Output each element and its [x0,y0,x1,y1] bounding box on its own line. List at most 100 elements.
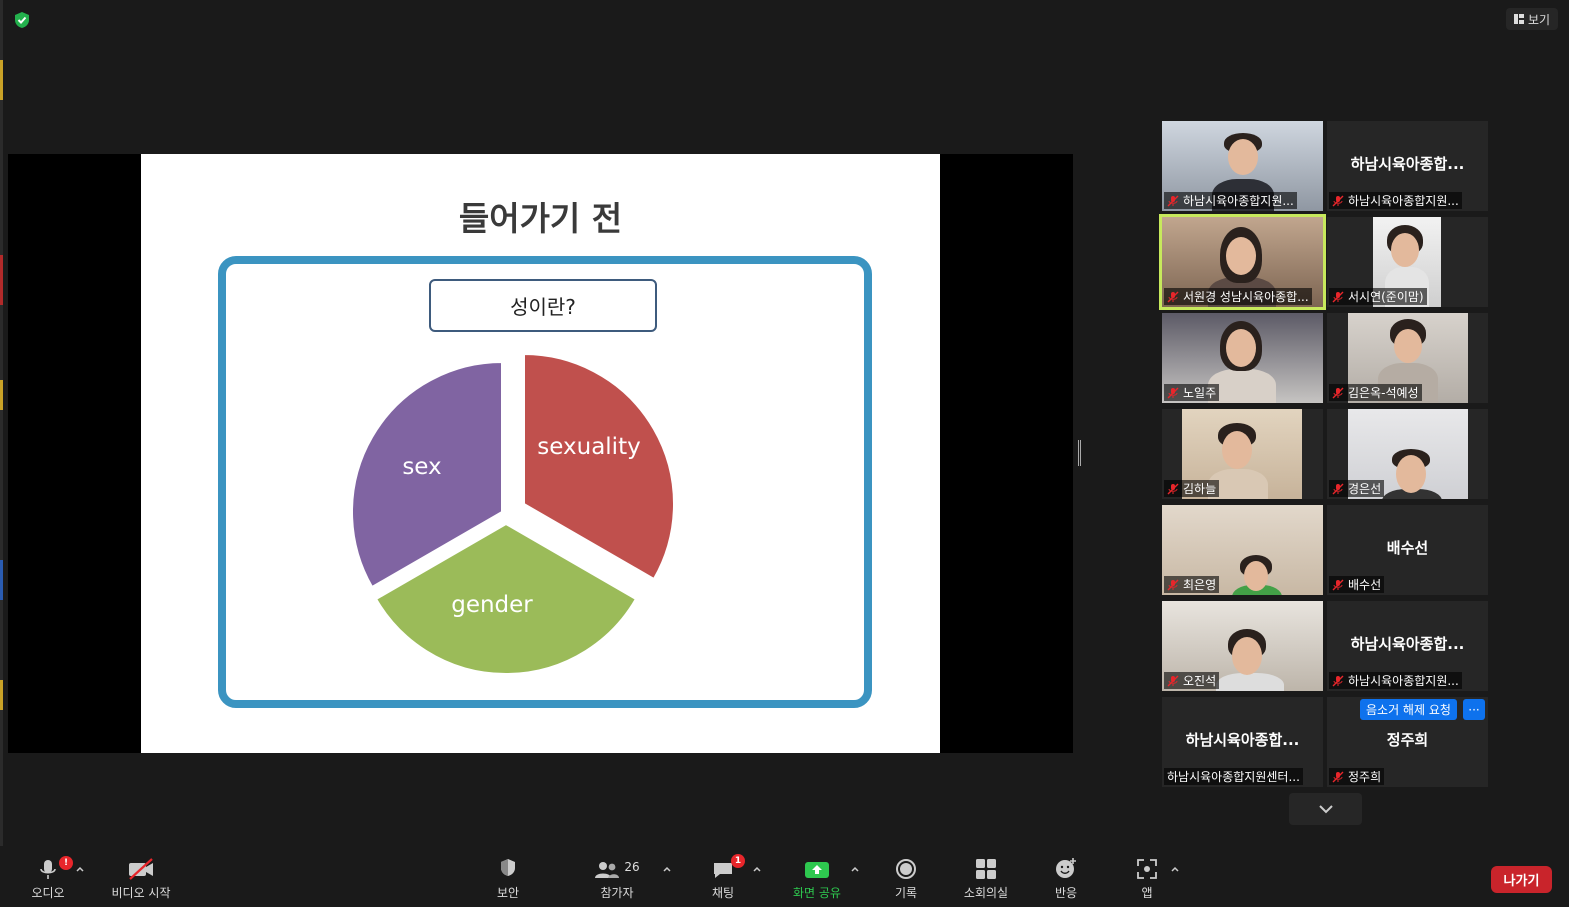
participant-name: 서시연(준이맘) [1348,290,1424,304]
pie-chart: sexuality gender sex [351,354,675,675]
breakout-rooms-icon [976,859,996,879]
pie-label-gender: gender [451,592,533,618]
participant-name-label: 김하늘 [1164,480,1220,497]
participant-name-label: 배수선 [1329,576,1385,593]
participant-tile[interactable]: 오진석 [1162,601,1323,691]
participant-name-label: 하남시육아종합지원... [1329,672,1462,689]
leave-meeting-button[interactable]: 나가기 [1491,866,1552,893]
unmute-request-button[interactable]: 음소거 해제 요청 [1360,699,1457,720]
participant-display-name: 배수선 [1386,539,1429,557]
microphone-icon [40,860,56,879]
audio-button[interactable]: ! 오디오 [28,846,73,907]
participant-tile[interactable]: 하남시육아종합... 하남시육아종합지원... [1327,601,1488,691]
participant-display-name: 하남시육아종합... [1350,635,1465,653]
participant-name-label: 하남시육아종합지원... [1164,192,1297,209]
participant-name: 오진석 [1183,674,1217,688]
participants-button[interactable]: 26 참가자 [592,846,642,907]
record-button[interactable]: 기록 [890,846,922,907]
participant-tile[interactable]: 경은선 [1327,409,1488,499]
muted-mic-icon [1332,387,1344,398]
split-resize-handle[interactable] [1078,440,1081,466]
participant-name-label: 서원경 성남시육아종합... [1164,288,1312,305]
participant-body [1216,673,1284,691]
muted-mic-icon [1167,579,1179,590]
reactions-label: 반응 [1054,886,1078,900]
audio-label: 오디오 [31,886,65,900]
participant-name: 서원경 성남시육아종합... [1183,290,1309,304]
share-screen-icon [805,862,829,878]
slide-question-box: 성이란? [429,279,657,332]
participant-tile[interactable]: 김은옥-석예성 [1327,313,1488,403]
share-screen-button[interactable]: 화면 공유 [788,846,846,907]
breakout-rooms-button[interactable]: 소회의실 [958,846,1014,907]
participant-tile[interactable]: 하남시육아종합... 하남시육아종합지원센터... [1162,697,1323,787]
start-video-label: 비디오 시작 [111,886,171,900]
apps-button[interactable]: 앱 [1134,846,1160,907]
participant-display-name: 하남시육아종합... [1185,731,1300,749]
participants-label: 참가자 [600,886,634,900]
participant-name-label: 하남시육아종합지원센터... [1164,768,1303,785]
participant-name-label: 경은선 [1329,480,1385,497]
muted-mic-icon [1167,387,1179,398]
chat-options-caret-icon[interactable] [752,864,762,874]
apps-options-caret-icon[interactable] [1170,864,1180,874]
muted-mic-icon [1332,483,1344,494]
participant-name: 배수선 [1348,578,1382,592]
share-options-caret-icon[interactable] [850,864,860,874]
video-off-icon [129,858,153,880]
participant-tile[interactable]: 하남시육아종합... 하남시육아종합지원... [1327,121,1488,211]
view-button[interactable]: 보기 [1506,8,1558,30]
pie-slice-sexuality [523,354,675,581]
muted-mic-icon [1332,291,1344,302]
record-icon [896,859,916,879]
participant-tile[interactable]: 최은영 [1162,505,1323,595]
participant-name: 노일주 [1183,386,1217,400]
slide-title: 들어가기 전 [458,199,623,238]
audio-options-caret-icon[interactable] [75,864,85,874]
participant-face [1244,561,1268,591]
share-screen-label: 화면 공유 [793,886,841,900]
participant-name: 하남시육아종합지원... [1348,194,1459,208]
participant-tile[interactable]: 노일주 [1162,313,1323,403]
participant-face [1232,637,1262,675]
participant-name: 김하늘 [1183,482,1217,496]
participant-name-label: 김은옥-석예성 [1329,384,1422,401]
muted-mic-icon [1332,579,1344,590]
muted-mic-icon [1332,195,1344,206]
participant-name-label: 정주희 [1329,768,1385,785]
participant-tile[interactable]: 하남시육아종합지원... [1162,121,1323,211]
participant-tile[interactable]: 서원경 성남시육아종합... [1159,214,1326,310]
view-label: 보기 [1527,12,1551,27]
participants-icon [595,862,620,878]
chat-button[interactable]: 1 채팅 [708,846,745,907]
muted-mic-icon [1332,771,1344,782]
muted-mic-icon [1167,291,1179,302]
muted-mic-icon [1167,195,1179,206]
start-video-button[interactable]: 비디오 시작 [106,846,176,907]
gallery-next-page-button[interactable] [1289,793,1362,825]
pie-label-sexuality: sexuality [537,434,640,460]
pie-label-sex: sex [402,454,441,480]
participant-tile[interactable]: 배수선 배수선 [1327,505,1488,595]
shared-screen[interactable]: 들어가기 전 성이란? sexuality gender sex [8,154,1073,753]
participant-face [1394,329,1422,363]
participant-name: 정주희 [1348,770,1382,784]
participant-name: 하남시육아종합지원센터... [1167,770,1300,784]
chat-unread-badge: 1 [731,854,745,868]
breakout-rooms-label: 소회의실 [963,886,1009,900]
participant-name-label: 최은영 [1164,576,1220,593]
participant-face [1226,329,1256,367]
record-label: 기록 [894,886,918,900]
participant-name-label: 하남시육아종합지원... [1329,192,1462,209]
security-button[interactable]: 보안 [490,846,526,907]
reactions-button[interactable]: 반응 [1050,846,1082,907]
more-options-button[interactable]: ··· [1463,699,1485,720]
reactions-smiley-icon [1056,858,1076,878]
participant-name: 김은옥-석예성 [1348,386,1419,400]
participants-options-caret-icon[interactable] [662,864,672,874]
participant-tile[interactable]: 서시연(준이맘) [1327,217,1488,307]
muted-mic-icon [1332,675,1344,686]
encryption-shield-icon[interactable] [12,10,32,30]
participant-face [1228,139,1258,175]
participant-tile[interactable]: 김하늘 [1162,409,1323,499]
